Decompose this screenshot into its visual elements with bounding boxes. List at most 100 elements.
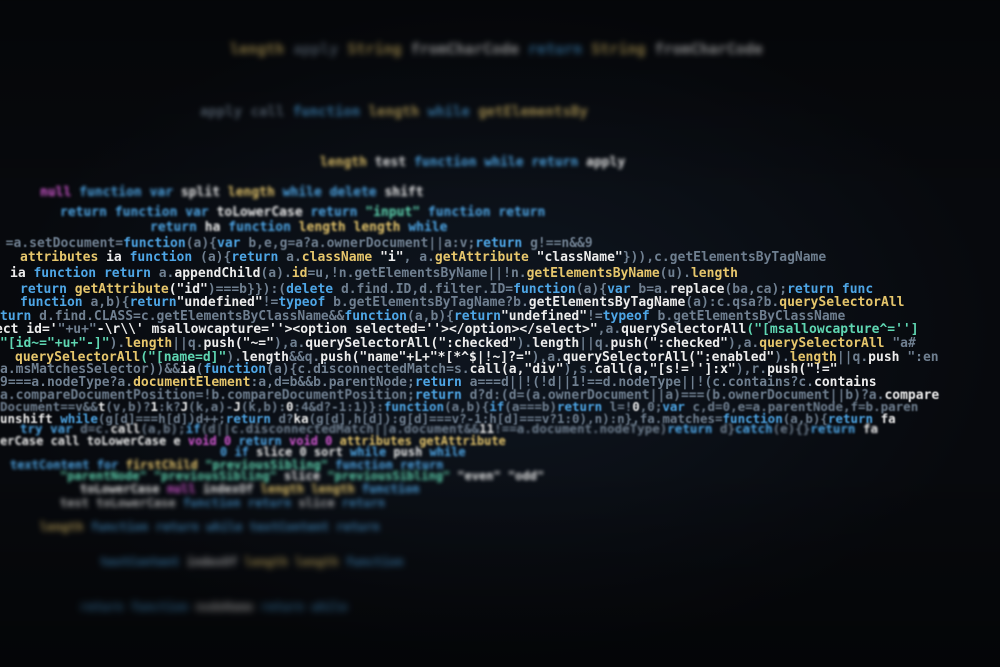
code-token: while bbox=[350, 445, 394, 459]
code-token: function bbox=[228, 220, 299, 235]
code-token: toLowerCase bbox=[216, 205, 311, 220]
code-line: length apply String fromCharCode return … bbox=[230, 40, 763, 58]
code-token: push bbox=[868, 350, 908, 365]
code-token: "className" bbox=[536, 250, 623, 265]
code-token: "previousSibling" bbox=[153, 469, 284, 483]
code-token: -\r\\' msallowcapture=''><option selecte… bbox=[96, 322, 598, 337]
code-token: while bbox=[282, 185, 330, 200]
code-token: toLowerCase bbox=[80, 482, 167, 496]
code-token: ia bbox=[106, 250, 130, 265]
code-line: test toLowerCase function return slice r… bbox=[60, 496, 385, 510]
code-token: textContent bbox=[249, 520, 337, 534]
code-token: return bbox=[103, 266, 159, 281]
code-token: length bbox=[353, 220, 409, 235]
code-screen-photo: length apply String fromCharCode return … bbox=[0, 0, 1000, 667]
code-token: ). bbox=[516, 336, 533, 351]
code-line: attributes ia function (a){return a.clas… bbox=[20, 250, 826, 265]
code-token: function bbox=[123, 236, 186, 251]
code-token: (a){ bbox=[185, 236, 217, 251]
code-token: length bbox=[532, 336, 580, 351]
code-token: catch bbox=[735, 421, 773, 436]
code-line: ect id='"+u+"-\r\\' msallowcapture=''><o… bbox=[0, 322, 919, 337]
code-token: (a). bbox=[260, 266, 292, 281]
code-token: ). bbox=[109, 336, 126, 351]
code-token: textContent bbox=[100, 555, 187, 569]
code-token: slice 0 bbox=[256, 445, 314, 459]
code-line: length function return while textContent… bbox=[40, 520, 380, 534]
code-token: (":checked" bbox=[430, 336, 517, 351]
code-token: "+u+" bbox=[57, 322, 97, 337]
code-token: getElementsByTagName bbox=[528, 295, 686, 310]
code-token: null bbox=[40, 185, 80, 200]
code-token: function bbox=[79, 185, 150, 200]
code-token: toLowerCase bbox=[86, 434, 174, 448]
code-token: fa bbox=[862, 421, 879, 436]
code-token: typeof bbox=[278, 295, 334, 310]
code-token: delete bbox=[329, 185, 385, 200]
code-token: String bbox=[347, 40, 411, 58]
code-token: className bbox=[301, 250, 381, 265]
code-token: var bbox=[217, 236, 249, 251]
code-token: querySelectorAll bbox=[305, 336, 431, 351]
code-token: function bbox=[130, 600, 196, 614]
code-token: function bbox=[182, 496, 248, 510]
code-token: ,a. bbox=[597, 322, 622, 337]
code-line: return function var toLowerCase return "… bbox=[60, 205, 545, 220]
code-token: ||q. bbox=[836, 350, 869, 365]
code-token: "odd" bbox=[507, 469, 545, 483]
code-token: return bbox=[810, 421, 863, 436]
code-token: ha bbox=[204, 220, 229, 235]
code-token: return bbox=[80, 600, 131, 614]
code-line: ia function return a.appendChild(a).id=u… bbox=[10, 266, 738, 281]
code-token: call bbox=[50, 434, 87, 448]
code-token: ||q. bbox=[579, 336, 611, 351]
code-token: != bbox=[262, 295, 279, 310]
code-token: (u). bbox=[659, 266, 691, 281]
code-token: indexOf bbox=[202, 482, 261, 496]
code-token: push bbox=[393, 445, 430, 459]
code-token: !==a.document.nodeType) bbox=[494, 421, 668, 436]
code-token: return bbox=[60, 205, 115, 220]
code-token: return bbox=[150, 220, 205, 235]
code-token: length bbox=[125, 336, 173, 351]
code-line: function a,b){return"undefined"!=typeof … bbox=[20, 295, 904, 310]
code-token: fromCharCode bbox=[410, 40, 529, 58]
code-token: "undefined" bbox=[176, 295, 263, 310]
code-token: "a# bbox=[892, 336, 916, 351]
code-token: fromCharCode bbox=[654, 40, 763, 58]
code-token: "[id~="+u+"-]" bbox=[0, 336, 110, 351]
code-token: function bbox=[33, 266, 104, 281]
code-line: length test function while return apply bbox=[320, 155, 625, 170]
code-token: return bbox=[129, 295, 177, 310]
code-token: d} bbox=[719, 421, 736, 436]
code-token: ),a. bbox=[727, 336, 760, 351]
code-token: return bbox=[310, 205, 366, 220]
code-token: ),a. bbox=[273, 336, 306, 351]
code-token: return bbox=[341, 496, 386, 510]
code-token: attributes bbox=[20, 250, 107, 265]
code-line: textContent indexOf length length functi… bbox=[100, 555, 403, 569]
code-token: test bbox=[374, 155, 414, 170]
code-token: querySelectorAll bbox=[621, 322, 747, 337]
code-token: a. bbox=[286, 250, 302, 265]
code-token: length bbox=[690, 266, 738, 281]
code-token: appendChild bbox=[174, 266, 261, 281]
code-token: apply bbox=[293, 40, 348, 58]
code-token: length bbox=[40, 520, 91, 534]
code-token: 0 if bbox=[220, 445, 257, 459]
code-token: return bbox=[231, 250, 287, 265]
code-line: "parentNode" "previousSibling" slice "pr… bbox=[60, 469, 544, 483]
code-token: sort bbox=[313, 445, 351, 459]
code-token: return bbox=[531, 155, 587, 170]
code-token: indexOf bbox=[186, 555, 245, 569]
code-token: ("~=" bbox=[234, 336, 274, 351]
code-token: while bbox=[206, 520, 250, 534]
code-token: "parentNode" bbox=[60, 469, 154, 483]
code-token: "input" bbox=[365, 205, 428, 220]
code-token: function bbox=[292, 104, 369, 120]
code-token: return bbox=[155, 520, 207, 534]
code-token: id bbox=[291, 266, 308, 281]
code-token: querySelectorAll bbox=[759, 336, 893, 351]
code-token: (a):c.qsa?b. bbox=[685, 295, 780, 310]
code-token: length bbox=[368, 104, 428, 120]
